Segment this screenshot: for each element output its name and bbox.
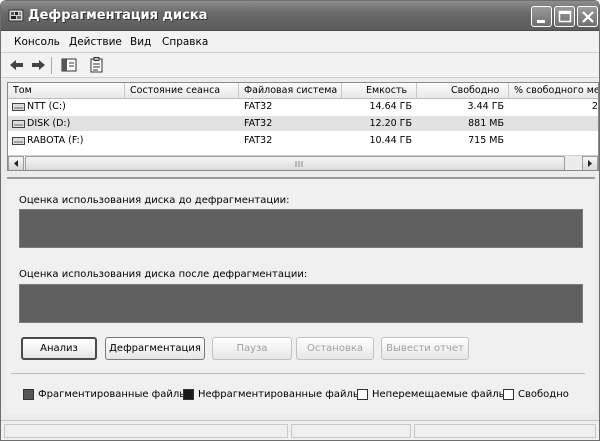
- show-hide-tree-icon[interactable]: [60, 57, 78, 73]
- minimize-button[interactable]: [531, 6, 552, 27]
- defrag-app-icon: [8, 9, 24, 22]
- defrag-window: Дефрагментация диска Консоль Действие Ви…: [0, 0, 600, 441]
- volume-free-percent: 23: [591, 101, 598, 112]
- col-header-session-status[interactable]: Состояние сеанса: [125, 83, 239, 99]
- stop-button[interactable]: Остановка: [296, 337, 374, 360]
- analysis-panel: Оценка использования диска до дефрагмент…: [7, 177, 595, 413]
- status-bar: [1, 420, 599, 440]
- volume-list[interactable]: Том Состояние сеанса Файловая система Ем…: [7, 82, 599, 171]
- free-swatch: [503, 389, 514, 400]
- before-defrag-label: Оценка использования диска до дефрагмент…: [19, 195, 290, 206]
- volume-name: NTT (C:): [27, 101, 66, 112]
- menu-console[interactable]: Консоль: [14, 36, 60, 48]
- back-arrow-icon[interactable]: [8, 57, 26, 73]
- properties-icon[interactable]: [88, 57, 106, 73]
- volume-name: RABOTA (F:): [27, 135, 84, 146]
- toolbar-separator: [51, 57, 52, 74]
- col-header-capacity[interactable]: Емкость: [342, 83, 417, 99]
- after-defrag-label: Оценка использования диска после дефрагм…: [19, 269, 308, 280]
- scroll-right-button[interactable]: [582, 156, 598, 170]
- col-header-volume[interactable]: Том: [8, 83, 125, 99]
- volume-fs: FAT32: [244, 118, 273, 129]
- menu-view[interactable]: Вид: [130, 36, 151, 48]
- analyze-button[interactable]: Анализ: [21, 337, 97, 360]
- legend-fragmented: Фрагментированные файлы: [38, 389, 188, 400]
- volume-name: DISK (D:): [27, 118, 71, 129]
- legend-contiguous: Нефрагментированные файлы: [198, 389, 361, 400]
- arrow-left-icon: [14, 160, 18, 167]
- drive-icon: [12, 120, 25, 128]
- volume-free: 715 МБ: [468, 135, 504, 146]
- unmovable-swatch: [357, 389, 368, 400]
- contiguous-swatch: [183, 389, 194, 400]
- col-header-file-system[interactable]: Файловая система: [239, 83, 342, 99]
- before-defrag-display: [19, 209, 583, 248]
- maximize-icon: [558, 10, 572, 23]
- volume-free-percent: 6: [509, 135, 599, 146]
- window-title: Дефрагментация диска: [28, 8, 208, 23]
- maximize-button[interactable]: [554, 6, 575, 27]
- after-defrag-display: [19, 284, 583, 323]
- legend-free: Свободно: [518, 389, 569, 400]
- toolbar: [1, 53, 599, 78]
- fragmented-swatch: [23, 389, 34, 400]
- status-pane-main: [4, 424, 288, 438]
- close-icon: [582, 11, 594, 23]
- minimize-icon: [537, 20, 545, 23]
- close-button[interactable]: [577, 6, 598, 27]
- status-pane-tertiary: [414, 424, 596, 438]
- pause-button[interactable]: Пауза: [212, 337, 292, 360]
- legend-unmovable: Неперемещаемые файлы: [372, 389, 507, 400]
- volume-fs: FAT32: [244, 101, 273, 112]
- menu-action[interactable]: Действие: [69, 36, 122, 48]
- volume-capacity: 14.64 ГБ: [369, 101, 412, 112]
- title-bar[interactable]: Дефрагментация диска: [1, 1, 599, 31]
- scroll-thumb[interactable]: [25, 156, 565, 170]
- volume-fs: FAT32: [244, 135, 273, 146]
- view-report-button[interactable]: Вывести отчет: [381, 337, 469, 360]
- arrow-right-icon: [588, 160, 592, 167]
- legend-divider: [11, 373, 585, 374]
- col-header-free-percent[interactable]: % свободного ме: [509, 83, 598, 99]
- drive-icon: [12, 103, 25, 111]
- horizontal-scrollbar[interactable]: [8, 155, 598, 170]
- grip-icon: [295, 161, 303, 167]
- menu-bar: Консоль Действие Вид Справка: [1, 31, 599, 53]
- volume-free: 881 МБ: [468, 118, 504, 129]
- drive-icon: [12, 137, 25, 145]
- volume-capacity: 10.44 ГБ: [369, 135, 412, 146]
- volume-free-percent: 7: [509, 118, 599, 129]
- volume-capacity: 12.20 ГБ: [369, 118, 412, 129]
- col-header-free[interactable]: Свободно: [417, 83, 509, 99]
- forward-arrow-icon[interactable]: [29, 57, 47, 73]
- volume-free: 3.44 ГБ: [467, 101, 504, 112]
- scroll-left-button[interactable]: [8, 156, 24, 170]
- menu-help[interactable]: Справка: [162, 36, 208, 48]
- defragment-button[interactable]: Дефрагментация: [105, 337, 205, 360]
- status-pane-secondary: [291, 424, 411, 438]
